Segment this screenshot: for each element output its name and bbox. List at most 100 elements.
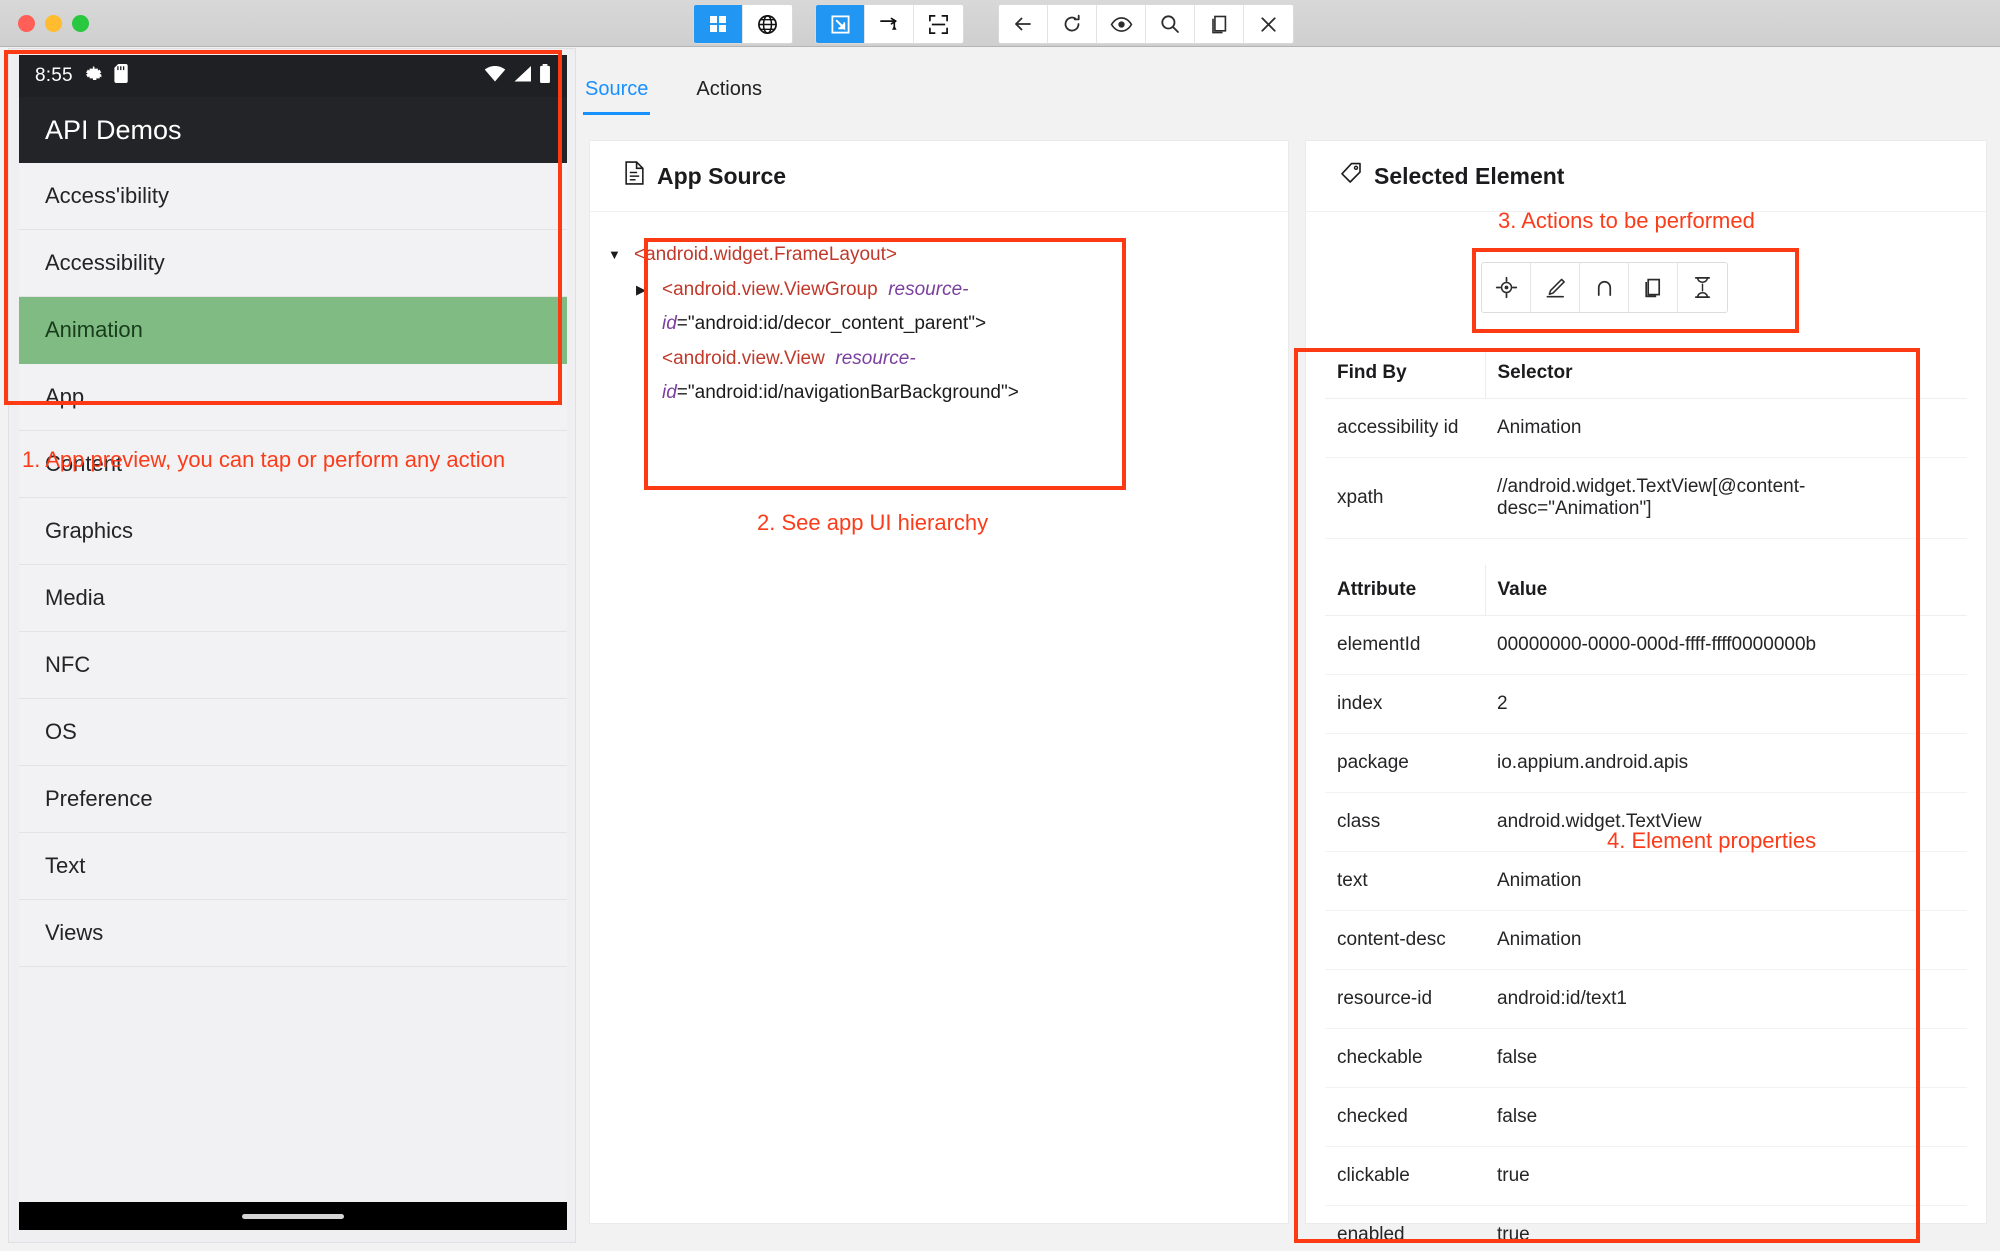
device-list-item[interactable]: Preference [19, 766, 567, 833]
web-mode-button[interactable] [743, 5, 792, 43]
search-for-element-button[interactable] [1146, 5, 1195, 43]
attribute-row[interactable]: index2 [1325, 675, 1967, 734]
select-element-button[interactable] [816, 5, 865, 43]
find-by-key: accessibility id [1325, 399, 1485, 458]
attribute-row[interactable]: clickabletrue [1325, 1147, 1967, 1206]
device-list-item[interactable]: Accessibility [19, 230, 567, 297]
attribute-row[interactable]: resource-idandroid:id/text1 [1325, 970, 1967, 1029]
attribute-row[interactable]: elementId00000000-0000-000d-ffff-ffff000… [1325, 616, 1967, 675]
attribute-key: content-desc [1325, 911, 1485, 970]
device-list-item-label: App [45, 384, 84, 410]
tree-node-viewgroup[interactable]: ▶ <android.view.ViewGroup resource-id="a… [608, 273, 1258, 342]
android-nav-bar [19, 1202, 567, 1230]
attribute-value: true [1485, 1206, 1967, 1251]
chevron-right-icon[interactable]: ▶ [636, 273, 662, 302]
app-source-header: App Source [590, 141, 1288, 212]
nav-home-pill[interactable] [242, 1214, 344, 1219]
main-tabs: Source Actions [583, 72, 764, 115]
source-tree[interactable]: ▼ <android.widget.FrameLayout> ▶ <androi… [590, 212, 1288, 411]
get-timing-button[interactable] [1678, 263, 1727, 312]
attribute-value: 00000000-0000-000d-ffff-ffff0000000b [1485, 616, 1967, 675]
attributes-table-body: elementId00000000-0000-000d-ffff-ffff000… [1325, 616, 1967, 1251]
android-status-bar: 8:55 [19, 55, 567, 97]
device-list-item-label: Text [45, 853, 85, 879]
clear-action-button[interactable] [1580, 263, 1629, 312]
send-keys-action-button[interactable] [1531, 263, 1580, 312]
find-by-row[interactable]: accessibility idAnimation [1325, 399, 1967, 458]
tab-actions-label: Actions [696, 78, 762, 100]
attribute-row[interactable]: textAnimation [1325, 852, 1967, 911]
panel-divider [1289, 140, 1305, 1224]
attribute-row[interactable]: checkedfalse [1325, 1088, 1967, 1147]
attribute-value: 2 [1485, 675, 1967, 734]
device-list-item[interactable]: OS [19, 699, 567, 766]
attribute-row[interactable]: packageio.appium.android.apis [1325, 734, 1967, 793]
attribute-key: clickable [1325, 1147, 1485, 1206]
refresh-source-button[interactable] [1048, 5, 1097, 43]
quit-session-button[interactable] [1244, 5, 1293, 43]
device-list-item[interactable]: Access'ibility [19, 163, 567, 230]
value-column-header: Value [1485, 565, 1967, 616]
device-list-item[interactable]: Views [19, 900, 567, 967]
document-icon [624, 161, 645, 191]
device-preview-panel[interactable]: 8:55 [8, 48, 576, 1243]
find-by-row[interactable]: xpath//android.widget.TextView[@content-… [1325, 458, 1967, 539]
find-by-selector: //android.widget.TextView[@content-desc=… [1485, 458, 1967, 539]
copy-source-button[interactable] [1195, 5, 1244, 43]
toggle-visibility-button[interactable] [1097, 5, 1146, 43]
attribute-value: android:id/text1 [1485, 970, 1967, 1029]
device-screen[interactable]: 8:55 [19, 55, 567, 1230]
back-button[interactable] [999, 5, 1048, 43]
device-list-item-label: Graphics [45, 518, 133, 544]
minimize-window-button[interactable] [45, 15, 62, 32]
selected-element-tables: Find By Selector accessibility idAnimati… [1305, 348, 1987, 1251]
device-list-item[interactable]: App [19, 364, 567, 431]
signal-icon [513, 65, 532, 88]
device-list-item[interactable]: NFC [19, 632, 567, 699]
android-list[interactable]: Access'ibilityAccessibilityAnimationAppC… [19, 163, 567, 967]
attribute-key: checkable [1325, 1029, 1485, 1088]
find-by-column-header: Find By [1325, 348, 1485, 399]
status-bar-left: 8:55 [35, 64, 130, 89]
swipe-button[interactable] [865, 5, 914, 43]
tree-node-view-attr-val: ="android:id/navigationBarBackground"> [677, 382, 1019, 403]
chevron-down-icon[interactable]: ▼ [608, 238, 634, 267]
device-list-item[interactable]: Graphics [19, 498, 567, 565]
inspector-toolbar [693, 4, 1294, 44]
copy-attributes-button[interactable] [1629, 263, 1678, 312]
selector-column-header: Selector [1485, 348, 1967, 399]
toolbar-group-mode [693, 4, 793, 44]
status-bar-right [484, 64, 551, 88]
sd-card-icon [114, 64, 130, 89]
annotation-label-4: 4. Element properties [1607, 828, 1816, 854]
attribute-row[interactable]: enabledtrue [1325, 1206, 1967, 1251]
tree-node-view[interactable]: <android.view.View resource-id="android:… [608, 342, 1258, 411]
attribute-key: resource-id [1325, 970, 1485, 1029]
attribute-value: false [1485, 1088, 1967, 1147]
app-source-card: App Source ▼ <android.widget.FrameLayout… [589, 140, 1289, 1224]
attribute-value: false [1485, 1029, 1967, 1088]
device-list-item-label: OS [45, 719, 77, 745]
device-list-item[interactable]: Animation [19, 297, 567, 364]
attribute-row[interactable]: content-descAnimation [1325, 911, 1967, 970]
element-action-bar [1481, 262, 1728, 313]
device-list-item-label: Media [45, 585, 105, 611]
tap-by-coordinates-button[interactable] [914, 5, 963, 43]
tab-source[interactable]: Source [583, 72, 650, 115]
tree-node-view-caret-placeholder [636, 342, 662, 347]
zoom-window-button[interactable] [72, 15, 89, 32]
toolbar-group-actions [815, 4, 964, 44]
tab-actions[interactable]: Actions [694, 72, 764, 115]
tag-icon [1340, 162, 1362, 190]
device-list-item-label: Views [45, 920, 103, 946]
tree-node-framelayout[interactable]: ▼ <android.widget.FrameLayout> [608, 238, 1258, 273]
device-list-item-label: Accessibility [45, 250, 165, 276]
attribute-row[interactable]: checkablefalse [1325, 1029, 1967, 1088]
device-list-item[interactable]: Media [19, 565, 567, 632]
app-mode-button[interactable] [694, 5, 743, 43]
attribute-key: class [1325, 793, 1485, 852]
window-titlebar [0, 0, 2000, 47]
tap-action-button[interactable] [1482, 263, 1531, 312]
close-window-button[interactable] [18, 15, 35, 32]
device-list-item[interactable]: Text [19, 833, 567, 900]
